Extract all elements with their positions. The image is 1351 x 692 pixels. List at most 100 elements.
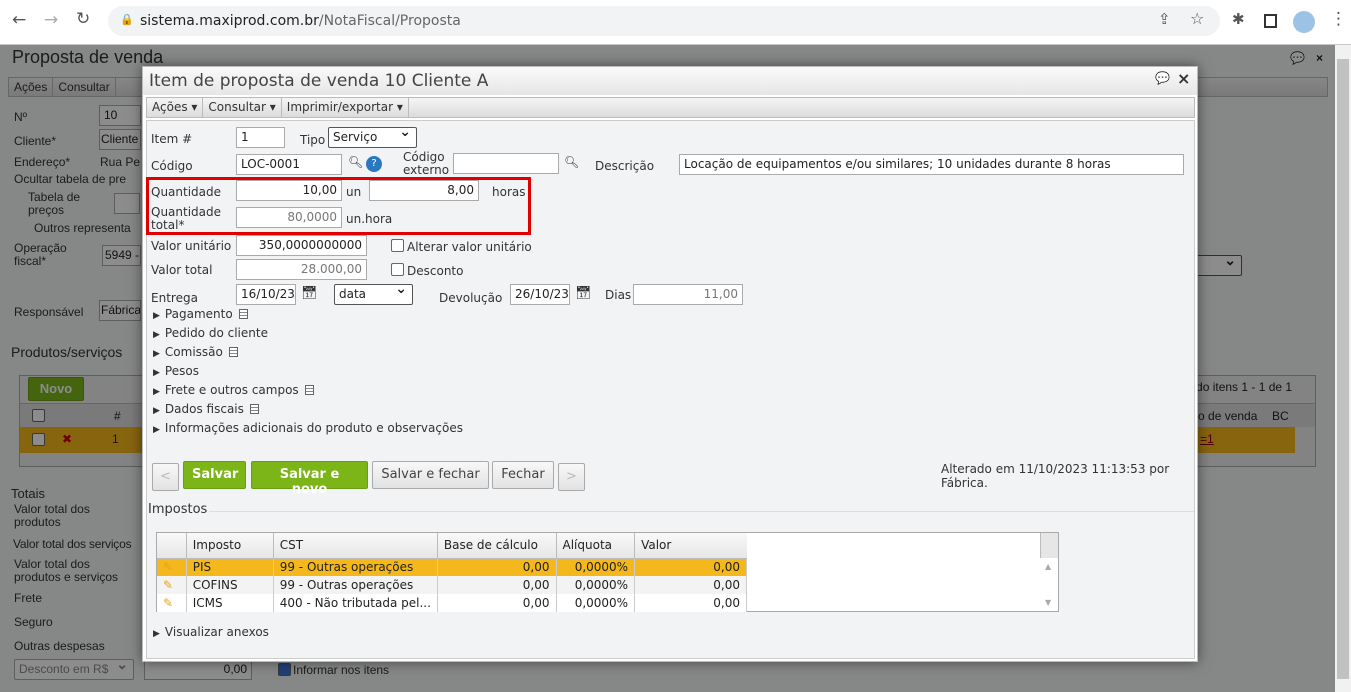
outros-representantes-toggle[interactable]: Outros representa (34, 221, 131, 235)
menu-consultar[interactable]: Consultar (53, 78, 116, 97)
edit-icon[interactable]: ✎ (157, 576, 187, 594)
section-pedido-cliente[interactable]: ▶ Pedido do cliente (153, 326, 268, 340)
menu-icon[interactable]: ⋮ (1330, 9, 1347, 29)
dialog-body: Item # 1 Tipo Serviço Código LOC-0001 🔍︎… (146, 120, 1195, 659)
codigo-field[interactable]: LOC-0001 (236, 154, 342, 175)
forward-icon[interactable]: → (44, 10, 58, 30)
codigo-externo-label: Código externo (403, 150, 450, 177)
col-base: Base de cálculo (437, 533, 557, 559)
notes-icon (249, 404, 259, 414)
tabela-precos-field[interactable] (114, 193, 140, 214)
valor-total-field[interactable]: 28.000,00 (236, 259, 367, 280)
ocultar-tabela-toggle[interactable]: Ocultar tabela de pre (14, 172, 126, 186)
operacao-fiscal-field[interactable]: 5949 - (102, 245, 141, 266)
salvar-button[interactable]: Salvar (183, 461, 246, 489)
valor-unitario-label: Valor unitário (151, 239, 232, 253)
col-cst: CST (273, 533, 438, 559)
extensions-icon[interactable]: ✱ (1232, 10, 1245, 28)
desconto-value[interactable]: 0,00 (144, 659, 252, 680)
entrega-field[interactable]: 16/10/23 (236, 284, 296, 305)
edit-icon[interactable]: ✎ (157, 594, 187, 612)
tax-row[interactable]: ✎ COFINS 99 - Outras operações 0,00 0,0000% 0… (157, 576, 747, 594)
numero-field[interactable]: 10 (99, 105, 141, 126)
section-comissao[interactable]: ▶ Comissão (153, 345, 238, 359)
next-button[interactable]: > (558, 463, 585, 491)
profile-avatar[interactable] (1293, 11, 1315, 33)
quantidade-total-field[interactable]: 80,0000 (236, 207, 342, 228)
reload-icon[interactable]: ↻ (76, 9, 90, 29)
close-icon[interactable]: × (1316, 51, 1323, 65)
star-icon[interactable]: ☆ (1190, 9, 1204, 28)
descricao-field[interactable]: Locação de equipamentos e/ou similares; … (679, 154, 1184, 175)
tipo-select[interactable]: Serviço (328, 124, 417, 148)
horas-field[interactable]: 8,00 (369, 180, 479, 201)
sidepanel-icon[interactable] (1264, 14, 1277, 28)
delete-icon[interactable]: ✖ (62, 432, 72, 446)
table-header-filler (1040, 533, 1058, 558)
search-icon[interactable]: 🔍︎ (348, 155, 363, 169)
fechar-button[interactable]: Fechar (492, 461, 554, 489)
close-icon[interactable]: × (1177, 69, 1190, 88)
address-bar[interactable]: 🔒 sistema.maxiprod.com.br/NotaFiscal/Pro… (108, 6, 1220, 36)
page-scrollbar[interactable] (1335, 45, 1351, 692)
col-num: # (114, 409, 121, 423)
horas-unit: horas (492, 185, 526, 199)
dialog-menu: Ações ▾ Consultar ▾ Imprimir/exportar ▾ (146, 97, 1195, 118)
cliente-field[interactable]: Cliente (99, 129, 141, 150)
page-title: Proposta de venda (12, 47, 164, 67)
section-label: Comissão (164, 345, 223, 359)
quantidade-unit: un (346, 185, 362, 199)
row-num: 1 (112, 432, 119, 446)
desconto-checkbox[interactable] (391, 263, 404, 276)
scroll-up-icon[interactable]: ▲ (1045, 562, 1051, 571)
desconto-select[interactable]: Desconto em R$ (14, 656, 134, 680)
chat-icon[interactable]: 💬 (1290, 51, 1305, 65)
entrega-tipo-select[interactable]: data (334, 281, 413, 305)
item-label: Item # (151, 132, 193, 146)
scroll-down-icon[interactable]: ▼ (1045, 598, 1051, 607)
row-link[interactable]: =1 (1200, 432, 1214, 446)
lock-icon: 🔒 (120, 13, 134, 26)
share-icon[interactable]: ⇪ (1158, 10, 1171, 28)
produtos-title: Produtos/serviços (11, 344, 123, 360)
section-dados-fiscais[interactable]: ▶ Dados fiscais (153, 402, 259, 416)
section-informacoes-adicionais[interactable]: ▶ Informações adicionais do produto e obs… (153, 421, 463, 435)
quantidade-field[interactable]: 10,00 (236, 180, 342, 201)
salvar-fechar-button[interactable]: Salvar e fechar (372, 461, 489, 489)
devolucao-field[interactable]: 26/10/23 (510, 284, 570, 305)
calendar-icon[interactable]: 📅︎ (575, 286, 592, 301)
salvar-novo-button[interactable]: Salvar e novo (251, 461, 368, 497)
impostos-table: Imposto CST Base de cálculo Alíquota Valor ✎… (156, 532, 1059, 612)
tax-row[interactable]: ✎ ICMS 400 - Não tributada pel... 0,00 0,000… (157, 594, 747, 612)
desconto-label: Desconto (407, 264, 464, 278)
edit-icon[interactable]: ✎ (157, 558, 187, 576)
select-all-checkbox[interactable] (32, 409, 45, 422)
valor-unitario-field[interactable]: 350,0000000000 (236, 235, 367, 256)
section-pesos[interactable]: ▶ Pesos (153, 364, 199, 378)
chat-icon[interactable]: 💬 (1155, 71, 1170, 85)
back-icon[interactable]: ← (12, 10, 26, 30)
alterar-valor-checkbox[interactable] (391, 239, 404, 252)
notes-icon (304, 385, 314, 395)
search-icon[interactable]: 🔍︎ (564, 155, 579, 169)
row-checkbox[interactable] (32, 433, 45, 446)
previous-button[interactable]: < (152, 463, 179, 491)
menu-acoes[interactable]: Ações ▾ (147, 98, 204, 117)
item-field[interactable]: 1 (236, 127, 285, 148)
section-frete[interactable]: ▶ Frete e outros campos (153, 383, 314, 397)
dias-field[interactable]: 11,00 (633, 284, 743, 305)
calendar-icon[interactable]: 📅︎ (301, 286, 318, 301)
novo-button[interactable]: Novo (28, 377, 84, 401)
total-servicos-label: Valor total dos serviços (13, 537, 132, 551)
menu-acoes[interactable]: Ações (9, 78, 54, 97)
codigo-externo-field[interactable] (453, 153, 559, 174)
section-visualizar-anexos[interactable]: ▶ Visualizar anexos (153, 625, 269, 639)
section-pagamento[interactable]: ▶ Pagamento (153, 307, 248, 321)
help-icon[interactable]: ? (366, 156, 382, 172)
informar-checkbox[interactable] (278, 663, 291, 676)
responsavel-field[interactable]: Fábrica (99, 300, 141, 321)
menu-consultar[interactable]: Consultar ▾ (203, 98, 282, 117)
url-text: sistema.maxiprod.com.br/NotaFiscal/Propo… (140, 13, 461, 29)
menu-imprimir[interactable]: Imprimir/exportar ▾ (282, 98, 409, 117)
tax-row[interactable]: ✎ PIS 99 - Outras operações 0,00 0,0000% 0,00 (157, 558, 747, 576)
